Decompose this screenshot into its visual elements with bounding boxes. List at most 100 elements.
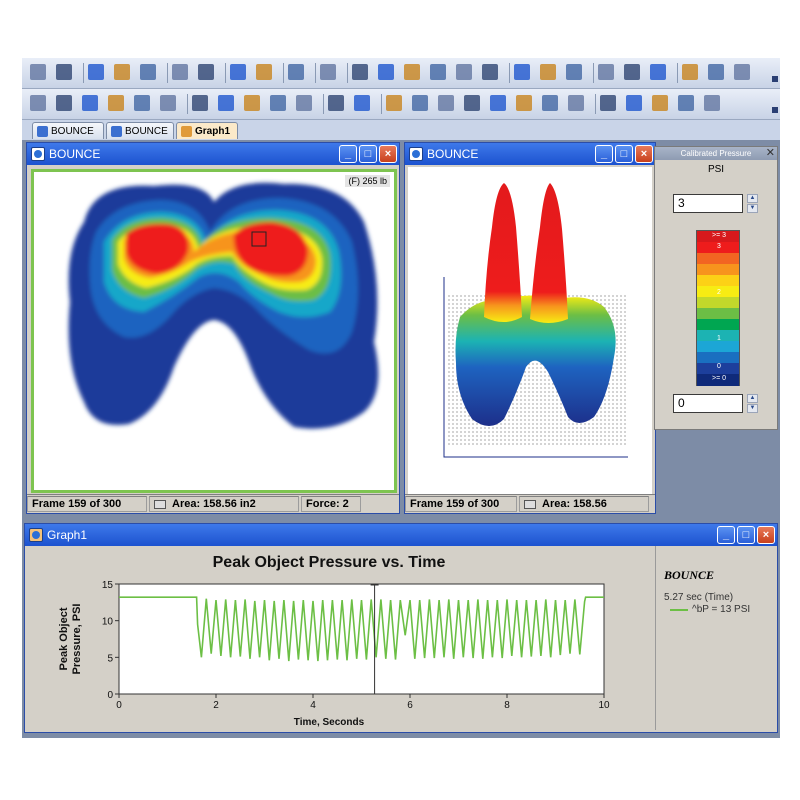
tab-bounce-3d[interactable]: BOUNCE: [106, 122, 174, 139]
maximize-button[interactable]: □: [359, 145, 377, 163]
pressure-map-canvas[interactable]: (F) 265 lb: [31, 169, 397, 493]
marker-icon[interactable]: [540, 64, 556, 80]
copy-icon[interactable]: [230, 64, 246, 80]
chart-alt-icon[interactable]: [464, 95, 480, 111]
minimize-button[interactable]: _: [717, 526, 735, 544]
line-icon[interactable]: [386, 95, 402, 111]
lock-icon[interactable]: [704, 95, 720, 111]
window-title: Graph1: [47, 528, 88, 542]
average-icon[interactable]: [270, 95, 286, 111]
tab-graph1[interactable]: Graph1: [176, 122, 238, 139]
mirror-icon[interactable]: [678, 95, 694, 111]
sort-icon[interactable]: [244, 95, 260, 111]
grid-icon[interactable]: [30, 95, 46, 111]
minimize-button[interactable]: _: [339, 145, 357, 163]
filter-icon[interactable]: [624, 64, 640, 80]
graph1-window[interactable]: Graph1 _ □ × Peak Object Pressure vs. Ti…: [24, 523, 778, 733]
maximize-button[interactable]: □: [737, 526, 755, 544]
close-button[interactable]: ×: [379, 145, 397, 163]
window-titlebar[interactable]: BOUNCE _ □ ×: [27, 143, 399, 165]
tab-label: BOUNCE: [125, 125, 168, 137]
minimize-button[interactable]: _: [595, 145, 613, 163]
chart-title: Peak Object Pressure vs. Time: [213, 554, 446, 571]
print-preview-icon[interactable]: [198, 64, 214, 80]
open-folder-icon[interactable]: [88, 64, 104, 80]
bounce-doc-icon: [37, 125, 48, 137]
min-pressure-stepper[interactable]: ▲ ▼: [747, 394, 758, 413]
toolbar-separator: [593, 63, 594, 83]
y-tick-label: 0: [107, 690, 113, 701]
y-tick-label: 15: [102, 580, 114, 591]
toolbar-overflow-icon[interactable]: [772, 107, 778, 113]
window-statusbar: Frame 159 of 300 Area: 158.56 in2 Force:…: [27, 494, 399, 513]
fast-forward-icon[interactable]: [514, 64, 530, 80]
tab-bounce-2d[interactable]: BOUNCE: [32, 122, 104, 139]
chart-area[interactable]: Peak Object Pressure vs. Time 0 5 10 15 0 2 4…: [27, 546, 653, 730]
close-button[interactable]: ×: [757, 526, 775, 544]
compare-icon[interactable]: [652, 95, 668, 111]
new-file-icon[interactable]: [30, 64, 46, 80]
target-icon[interactable]: [82, 95, 98, 111]
max-pressure-stepper[interactable]: ▲ ▼: [747, 194, 758, 213]
rotate-icon[interactable]: [192, 95, 208, 111]
print-icon[interactable]: [172, 64, 188, 80]
pressure-legend-panel[interactable]: Calibrated Pressure ✕ PSI 3 ▲ ▼ >= 3 3 2 1 0 >…: [654, 146, 778, 430]
graph-bar-icon[interactable]: [108, 95, 124, 111]
diamond-icon[interactable]: [328, 95, 344, 111]
max-pressure-input[interactable]: 3: [673, 194, 743, 213]
first-frame-icon[interactable]: [404, 64, 420, 80]
camera-icon[interactable]: [566, 64, 582, 80]
open-icon[interactable]: [56, 64, 72, 80]
play-icon[interactable]: [482, 64, 498, 80]
pressure-map-2d-window[interactable]: BOUNCE _ □ × (F) 265 lb Frame 159 of 300…: [26, 142, 400, 514]
close-chart-icon[interactable]: [516, 95, 532, 111]
edit-icon[interactable]: [682, 64, 698, 80]
camera-alt-icon[interactable]: [626, 95, 642, 111]
close-button[interactable]: ×: [635, 145, 653, 163]
y-tick-label: 5: [107, 653, 113, 664]
record-icon[interactable]: [650, 64, 666, 80]
pressure-3d-canvas[interactable]: [408, 167, 652, 495]
step-back-icon[interactable]: [378, 64, 394, 80]
page-icon[interactable]: [288, 64, 304, 80]
toolbar-separator: [167, 63, 168, 83]
chart-icon[interactable]: [438, 95, 454, 111]
zoom-icon[interactable]: [598, 64, 614, 80]
maximize-button[interactable]: □: [615, 145, 633, 163]
movie-icon[interactable]: [320, 64, 336, 80]
graph-legend-title: BOUNCE: [664, 568, 715, 582]
save-icon[interactable]: [140, 64, 156, 80]
graph-bar-alt-icon[interactable]: [134, 95, 150, 111]
window-titlebar[interactable]: BOUNCE _ □ ×: [405, 143, 655, 165]
toolbar-overflow-icon[interactable]: [772, 76, 778, 82]
x-tick-label: 4: [310, 700, 316, 711]
area-readout: Area: 158.56: [542, 498, 607, 510]
stats-icon[interactable]: [542, 95, 558, 111]
main-toolbar: [22, 58, 780, 89]
close-icon[interactable]: ✕: [766, 147, 775, 159]
export-icon[interactable]: [600, 95, 616, 111]
color-scale-band: [697, 341, 739, 353]
min-pressure-input[interactable]: 0: [673, 394, 743, 413]
bounce-window-icon: [409, 147, 423, 161]
context-help-icon[interactable]: [734, 64, 750, 80]
pen-icon[interactable]: [354, 95, 370, 111]
left-pressure-peak: [484, 183, 522, 322]
pressure-icon[interactable]: [160, 95, 176, 111]
swap-icon[interactable]: [218, 95, 234, 111]
series-swatch: [670, 608, 688, 611]
rewind-icon[interactable]: [352, 64, 368, 80]
pressure-map-3d-window[interactable]: BOUNCE _ □ × Frame 159 of 300 Area: 158.…: [404, 142, 656, 514]
average-alt-icon[interactable]: [296, 95, 312, 111]
help-icon[interactable]: [708, 64, 724, 80]
tools-icon[interactable]: [114, 64, 130, 80]
curve-icon[interactable]: [490, 95, 506, 111]
table-icon[interactable]: [412, 95, 428, 111]
window-titlebar[interactable]: Graph1 _ □ ×: [25, 524, 777, 546]
application-window: BOUNCE BOUNCE Graph1 BOUNCE _ □ × (F) 26…: [22, 58, 780, 738]
book-icon[interactable]: [568, 95, 584, 111]
last-frame-icon[interactable]: [456, 64, 472, 80]
paste-icon[interactable]: [256, 64, 272, 80]
stop-icon[interactable]: [430, 64, 446, 80]
sensor-icon[interactable]: [56, 95, 72, 111]
